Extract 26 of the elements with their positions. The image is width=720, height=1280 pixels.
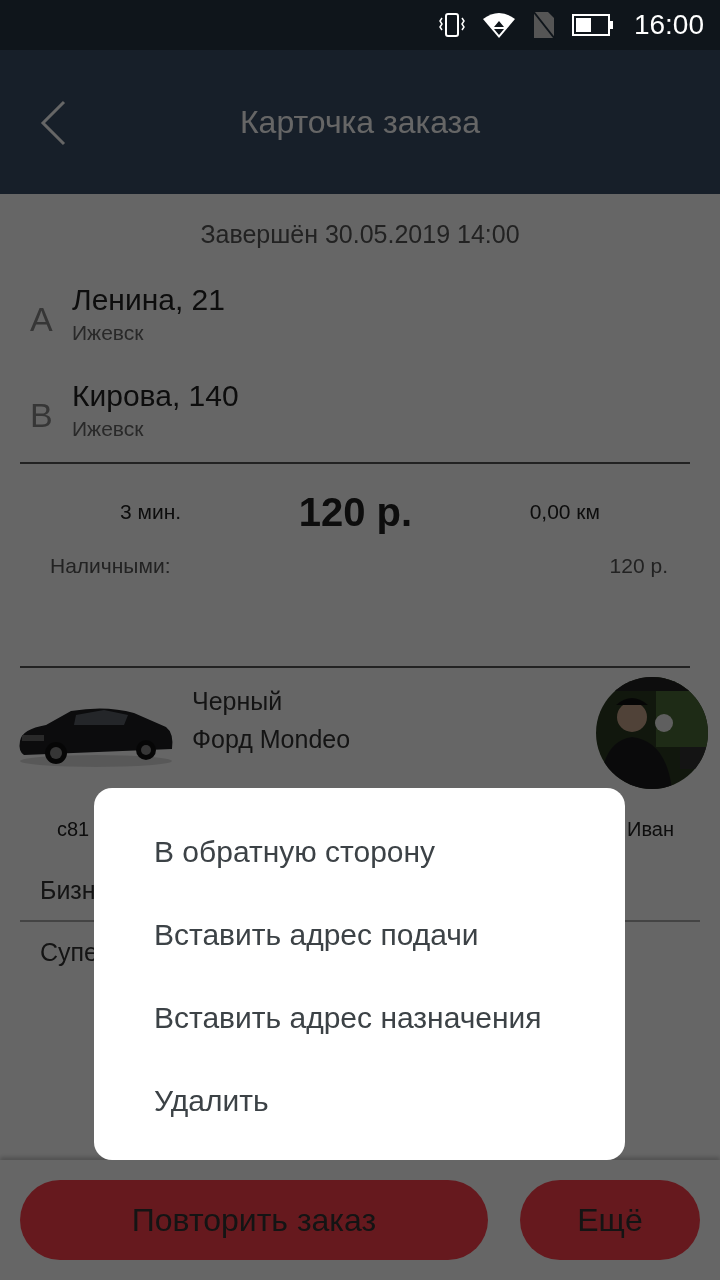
trip-distance: 0,00 км [529, 500, 600, 524]
city-name: Ижевск [72, 417, 145, 441]
trip-price: 120 р. [298, 489, 413, 535]
clock: 16:00 [633, 9, 704, 41]
menu-item[interactable]: Удалить [94, 1059, 625, 1142]
street-address: Ленина, 21 [72, 283, 225, 317]
menu-item[interactable]: Вставить адрес назначения [94, 976, 625, 1059]
no-sim-icon [531, 10, 556, 40]
license-plate: с81 [57, 817, 90, 841]
trip-duration: 3 мин. [120, 500, 182, 524]
car-color: Черный [192, 686, 284, 717]
city-name: Ижевск [72, 321, 145, 345]
vibrate-icon [437, 12, 466, 38]
driver-name: Иван [627, 817, 674, 841]
screen-title: Карточка заказа [239, 103, 481, 141]
back-icon[interactable] [40, 100, 66, 146]
street-address: Кирова, 140 [72, 379, 239, 413]
menu-item[interactable]: В обратную сторону [94, 810, 625, 893]
wifi-icon [481, 11, 516, 39]
order-status: Завершён 30.05.2019 14:00 [199, 219, 521, 250]
car-model: Форд Mondeo [192, 724, 352, 755]
tariff-name: Бизн [40, 874, 96, 906]
payment-method: Наличными: [50, 554, 171, 578]
battery-icon [571, 14, 614, 36]
menu-item[interactable]: Вставить адрес подачи [94, 893, 625, 976]
payment-amount: 120 р. [609, 554, 668, 578]
